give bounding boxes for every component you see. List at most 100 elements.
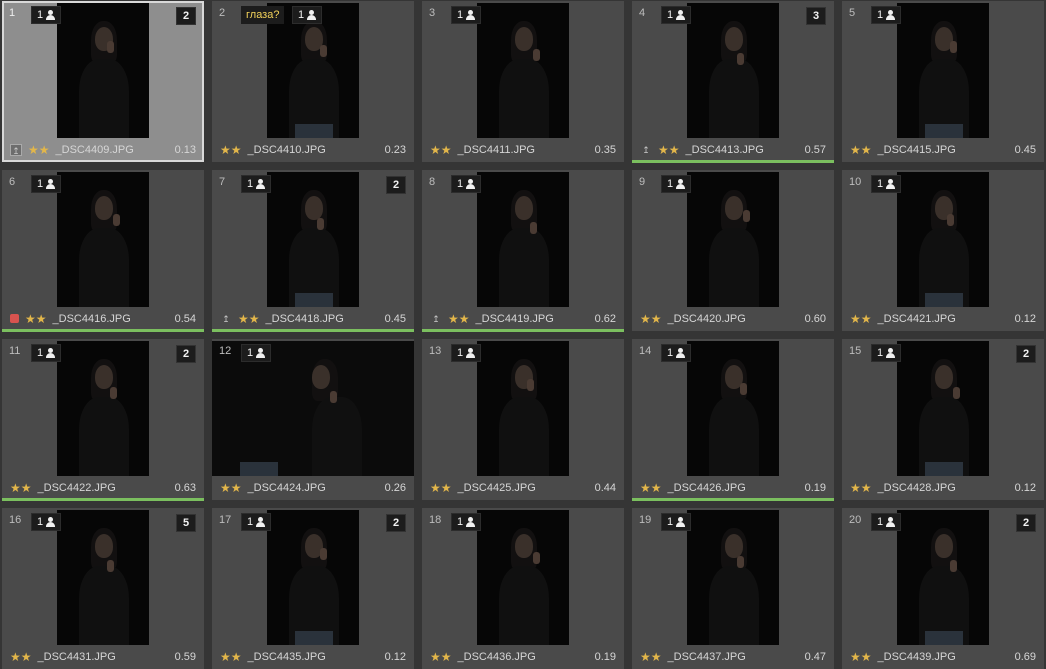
- rating-stars[interactable]: ★★: [220, 481, 242, 495]
- upload-icon[interactable]: ↥: [220, 313, 232, 325]
- stack-count-badge[interactable]: 2: [1016, 345, 1036, 363]
- photo-thumbnail[interactable]: 10 1 ★★ _DSC4421.JPG 0.12: [842, 170, 1044, 331]
- photo-image[interactable]: [897, 3, 989, 138]
- face-count-badge[interactable]: 1: [661, 344, 692, 362]
- photo-image[interactable]: [57, 3, 149, 138]
- photo-thumbnail[interactable]: 6 1 ★★ _DSC4416.JPG 0.54: [2, 170, 204, 332]
- photo-image[interactable]: [687, 341, 779, 476]
- face-count-badge[interactable]: 1: [31, 175, 62, 193]
- note-label[interactable]: глаза?: [241, 6, 285, 24]
- stack-count-badge[interactable]: 2: [386, 176, 406, 194]
- photo-thumbnail[interactable]: 7 1 2 ↥ ★★ _DSC4418.JPG 0.45: [212, 170, 414, 332]
- rating-stars[interactable]: ★★: [238, 312, 260, 326]
- face-count-badge[interactable]: 1: [661, 6, 692, 24]
- rating-stars[interactable]: ★★: [28, 143, 50, 157]
- score-value: 0.69: [1014, 650, 1036, 663]
- photo-thumbnail[interactable]: 13 1 ★★ _DSC4425.JPG 0.44: [422, 339, 624, 500]
- face-count-badge[interactable]: 1: [871, 175, 902, 193]
- photo-thumbnail[interactable]: 19 1 ★★ _DSC4437.JPG 0.47: [632, 508, 834, 669]
- rating-stars[interactable]: ★★: [640, 312, 662, 326]
- rating-stars[interactable]: ★★: [10, 481, 32, 495]
- face-count-badge[interactable]: 1: [31, 344, 62, 362]
- stack-count-badge[interactable]: 2: [1016, 514, 1036, 532]
- rating-stars[interactable]: ★★: [850, 143, 872, 157]
- face-count-badge[interactable]: 1: [292, 6, 323, 24]
- rating-stars[interactable]: ★★: [430, 650, 452, 664]
- rating-stars[interactable]: ★★: [25, 312, 47, 326]
- photo-image[interactable]: [267, 172, 359, 307]
- person-icon: [466, 179, 476, 189]
- face-count-badge[interactable]: 1: [241, 175, 272, 193]
- photo-index: 10: [849, 176, 862, 188]
- rating-stars[interactable]: ★★: [220, 650, 242, 664]
- photo-thumbnail[interactable]: 12 1 ★★ _DSC4424.JPG 0.26: [212, 339, 414, 500]
- score-value: 0.12: [1014, 312, 1036, 325]
- photo-image[interactable]: [897, 510, 989, 645]
- face-count-badge[interactable]: 1: [661, 513, 692, 531]
- photo-thumbnail[interactable]: 9 1 ★★ _DSC4420.JPG 0.60: [632, 170, 834, 331]
- face-count-badge[interactable]: 1: [241, 513, 272, 531]
- photo-image[interactable]: [57, 510, 149, 645]
- rating-stars[interactable]: ★★: [850, 312, 872, 326]
- face-count-badge[interactable]: 1: [661, 175, 692, 193]
- rating-stars[interactable]: ★★: [430, 143, 452, 157]
- photo-thumbnail[interactable]: 3 1 ★★ _DSC4411.JPG 0.35: [422, 1, 624, 162]
- photo-image[interactable]: [897, 341, 989, 476]
- face-count-badge[interactable]: 1: [451, 175, 482, 193]
- rating-stars[interactable]: ★★: [448, 312, 470, 326]
- upload-icon[interactable]: ↥: [10, 143, 22, 156]
- photo-image[interactable]: [687, 3, 779, 138]
- photo-image[interactable]: [57, 172, 149, 307]
- face-count-badge[interactable]: 1: [31, 6, 62, 24]
- stack-count-badge[interactable]: 2: [176, 345, 196, 363]
- face-count-badge[interactable]: 1: [241, 344, 272, 362]
- rating-stars[interactable]: ★★: [658, 143, 680, 157]
- score-value: 0.54: [174, 312, 196, 325]
- face-count-badge[interactable]: 1: [451, 6, 482, 24]
- photo-thumbnail[interactable]: 20 1 2 ★★ _DSC4439.JPG 0.69: [842, 508, 1044, 669]
- photo-image[interactable]: [57, 341, 149, 476]
- stack-count-badge[interactable]: 2: [386, 514, 406, 532]
- photo-thumbnail[interactable]: 1 1 2 ↥ ★★ _DSC4409.JPG 0.13: [2, 1, 204, 162]
- rating-stars[interactable]: ★★: [640, 481, 662, 495]
- photo-thumbnail[interactable]: 17 1 2 ★★ _DSC4435.JPG 0.12: [212, 508, 414, 669]
- rating-stars[interactable]: ★★: [430, 481, 452, 495]
- face-count-badge[interactable]: 1: [871, 6, 902, 24]
- score-value: 0.12: [384, 650, 406, 663]
- photo-image[interactable]: [687, 172, 779, 307]
- face-count-badge[interactable]: 1: [871, 513, 902, 531]
- photo-thumbnail[interactable]: 11 1 2 ★★ _DSC4422.JPG 0.63: [2, 339, 204, 501]
- stack-count-badge[interactable]: 2: [176, 7, 196, 25]
- face-count-badge[interactable]: 1: [31, 513, 62, 531]
- photo-image[interactable]: [687, 510, 779, 645]
- stack-count-badge[interactable]: 3: [806, 7, 826, 25]
- photo-thumbnail[interactable]: 8 1 ↥ ★★ _DSC4419.JPG 0.62: [422, 170, 624, 332]
- photo-thumbnail[interactable]: 5 1 ★★ _DSC4415.JPG 0.45: [842, 1, 1044, 162]
- photo-image[interactable]: [267, 510, 359, 645]
- photo-index: 5: [849, 7, 856, 19]
- photo-image[interactable]: [477, 172, 569, 307]
- rating-stars[interactable]: ★★: [10, 650, 32, 664]
- face-count-badge[interactable]: 1: [451, 344, 482, 362]
- stack-count-badge[interactable]: 5: [176, 514, 196, 532]
- upload-icon[interactable]: ↥: [640, 144, 652, 156]
- face-count-badge[interactable]: 1: [871, 344, 902, 362]
- rating-stars[interactable]: ★★: [850, 481, 872, 495]
- photo-image[interactable]: [477, 341, 569, 476]
- rating-stars[interactable]: ★★: [220, 143, 242, 157]
- photo-thumbnail[interactable]: 18 1 ★★ _DSC4436.JPG 0.19: [422, 508, 624, 669]
- rating-stars[interactable]: ★★: [850, 650, 872, 664]
- red-label-icon[interactable]: [10, 314, 19, 323]
- upload-icon[interactable]: ↥: [430, 313, 442, 325]
- photo-thumbnail[interactable]: 4 1 3 ↥ ★★ _DSC4413.JPG 0.57: [632, 1, 834, 163]
- photo-image[interactable]: [477, 510, 569, 645]
- photo-thumbnail[interactable]: 15 1 2 ★★ _DSC4428.JPG 0.12: [842, 339, 1044, 500]
- face-count-badge[interactable]: 1: [451, 513, 482, 531]
- photo-image[interactable]: [897, 172, 989, 307]
- photo-image[interactable]: [477, 3, 569, 138]
- photo-thumbnail[interactable]: 16 1 5 ★★ _DSC4431.JPG 0.59: [2, 508, 204, 669]
- photo-thumbnail[interactable]: 2 глаза? 1 ★★ _DSC4410.JPG 0.23: [212, 1, 414, 162]
- photo-thumbnail[interactable]: 14 1 ★★ _DSC4426.JPG 0.19: [632, 339, 834, 501]
- rating-stars[interactable]: ★★: [640, 650, 662, 664]
- file-name: _DSC4420.JPG: [667, 312, 746, 325]
